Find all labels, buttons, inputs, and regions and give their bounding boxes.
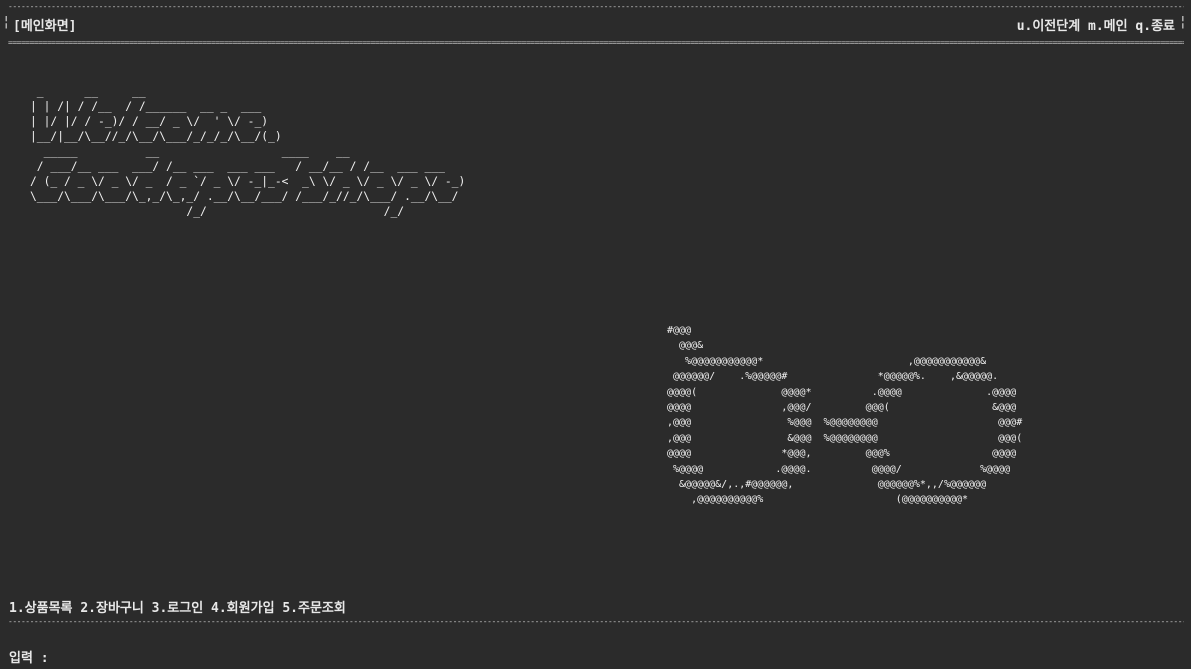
menu-item-login[interactable]: 3.로그인 (152, 601, 204, 616)
top-dashed-rule: ----------------------------------------… (8, 3, 1184, 11)
menu-dashed-rule: ----------------------------------------… (8, 618, 1184, 626)
menu-item-products[interactable]: 1.상품목록 (9, 601, 73, 616)
input-prompt-row: 입력 : (9, 647, 355, 666)
welcome-banner-art: _ __ __ | | /| / /__ / /______ __ _ ___ … (30, 85, 466, 218)
nav-shortcuts: u.이전단계 m.메인 q.종료 (1017, 15, 1175, 34)
right-border-pipe: ¦ (1178, 14, 1187, 30)
logo-ascii-art: #@@@ @@@& %@@@@@@@@@@@* ,@@@@@@@@@@@& @@… (667, 325, 1023, 506)
page-title: [메인화면] (13, 19, 77, 34)
menu-item-signup[interactable]: 4.회원가입 (211, 601, 275, 616)
header-double-rule: ========================================… (8, 39, 1184, 47)
command-input[interactable] (54, 651, 355, 666)
nav-main[interactable]: m.메인 (1088, 19, 1128, 34)
nav-quit[interactable]: q.종료 (1135, 19, 1175, 34)
main-menu: 1.상품목록 2.장바구니 3.로그인 4.회원가입 5.주문조회 (9, 597, 346, 616)
title-bar: ¦ [메인화면] u.이전단계 m.메인 q.종료 ¦ (0, 14, 1191, 34)
nav-back[interactable]: u.이전단계 (1017, 19, 1081, 34)
input-prompt-label: 입력 : (9, 651, 49, 666)
left-border-pipe: ¦ (2, 14, 11, 30)
menu-item-cart[interactable]: 2.장바구니 (80, 601, 144, 616)
menu-item-orders[interactable]: 5.주문조회 (282, 601, 346, 616)
